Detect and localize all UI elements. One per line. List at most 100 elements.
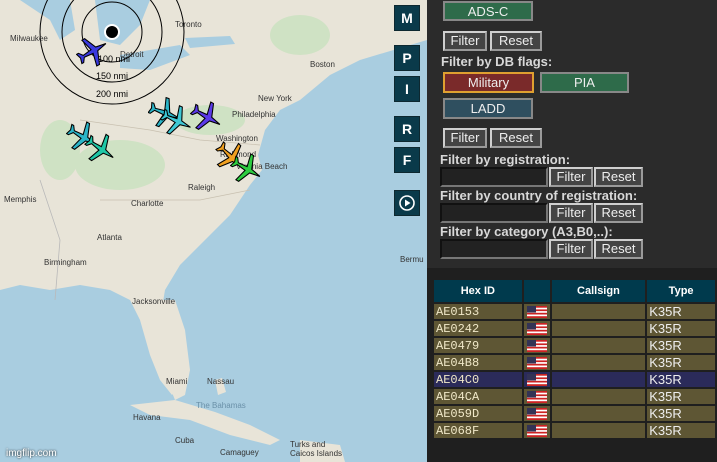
table-row[interactable]: AE059D K35R xyxy=(434,406,715,421)
filter-button[interactable]: Filter xyxy=(443,31,487,51)
type-cell: K35R xyxy=(647,321,715,336)
table-row[interactable]: AE0479 K35R xyxy=(434,338,715,353)
type-cell: K35R xyxy=(647,389,715,404)
country-input[interactable] xyxy=(440,203,548,223)
flags-filter-button[interactable]: Filter xyxy=(443,128,487,148)
category-input[interactable] xyxy=(440,239,548,259)
type-cell: K35R xyxy=(647,355,715,370)
registration-filter-button[interactable]: Filter xyxy=(549,167,593,187)
us-flag-icon xyxy=(526,340,547,353)
flag-cell xyxy=(523,372,550,387)
hex-id-cell: AE04C0 xyxy=(434,372,522,387)
registration-reset-button[interactable]: Reset xyxy=(594,167,643,187)
map-button-m[interactable]: M xyxy=(394,5,420,31)
callsign-cell xyxy=(551,338,646,353)
country-heading: Filter by country of registration: xyxy=(440,188,638,203)
column-header-hex[interactable]: Hex ID xyxy=(434,280,522,302)
registration-input[interactable] xyxy=(440,167,548,187)
type-cell: K35R xyxy=(647,338,715,353)
ladd-flag-button[interactable]: LADD xyxy=(443,98,533,119)
map-button-f[interactable]: F xyxy=(394,147,420,173)
region-label: The Bahamas xyxy=(196,401,246,410)
aircraft-marker[interactable] xyxy=(190,100,224,134)
replay-button[interactable] xyxy=(394,190,420,216)
ring-label-200: 200 nmi xyxy=(96,89,129,99)
hex-id-cell: AE059D xyxy=(434,406,522,421)
table-row[interactable]: AE04CA K35R xyxy=(434,389,715,404)
city-label: Nassau xyxy=(207,377,235,386)
city-label: New York xyxy=(258,94,292,103)
type-cell: K35R xyxy=(647,304,715,319)
column-header-callsign[interactable]: Callsign xyxy=(551,280,646,302)
type-cell: K35R xyxy=(647,423,715,438)
category-reset-button[interactable]: Reset xyxy=(594,239,643,259)
city-label: Atlanta xyxy=(97,233,122,242)
flag-cell xyxy=(523,389,550,404)
region-label: Turks and Caicos Islands xyxy=(290,440,343,458)
table-row[interactable]: AE04B8 K35R xyxy=(434,355,715,370)
map-button-r[interactable]: R xyxy=(394,116,420,142)
callsign-cell xyxy=(551,389,646,404)
callsign-cell xyxy=(551,304,646,319)
us-flag-icon xyxy=(526,357,547,370)
us-flag-icon xyxy=(526,391,547,404)
city-label: Memphis xyxy=(4,195,37,204)
flag-cell xyxy=(523,321,550,336)
flag-cell xyxy=(523,423,550,438)
city-label: Boston xyxy=(310,60,335,69)
watermark: imgflip.com xyxy=(6,448,57,459)
country-reset-button[interactable]: Reset xyxy=(594,203,643,223)
city-label: Charlotte xyxy=(131,199,164,208)
registration-heading: Filter by registration: xyxy=(440,152,571,167)
callsign-cell xyxy=(551,406,646,421)
city-label: Havana xyxy=(133,413,161,422)
military-flag-button[interactable]: Military xyxy=(443,72,534,93)
table-row[interactable]: AE0242 K35R xyxy=(434,321,715,336)
city-label: Philadelphia xyxy=(232,110,276,119)
us-flag-icon xyxy=(526,306,547,319)
aircraft-marker[interactable] xyxy=(230,152,264,186)
city-label: Camaguey xyxy=(220,448,259,457)
aircraft-marker[interactable] xyxy=(76,34,110,68)
us-flag-icon xyxy=(526,425,547,438)
flag-cell xyxy=(523,406,550,421)
callsign-cell xyxy=(551,423,646,438)
country-filter-button[interactable]: Filter xyxy=(549,203,593,223)
city-label: Detroit xyxy=(120,50,144,59)
map-basemap xyxy=(0,0,427,462)
hex-id-cell: AE0153 xyxy=(434,304,522,319)
adsc-flag-button[interactable]: ADS-C xyxy=(443,1,533,21)
city-label: Jacksonville xyxy=(132,297,176,306)
city-label: Cuba xyxy=(175,436,195,445)
category-heading: Filter by category (A3,B0,..): xyxy=(440,224,613,239)
city-label: Raleigh xyxy=(188,183,216,192)
city-label: Toronto xyxy=(175,20,202,29)
aircraft-marker[interactable] xyxy=(84,132,118,166)
hex-id-cell: AE04B8 xyxy=(434,355,522,370)
db-flags-heading: Filter by DB flags: xyxy=(441,54,553,69)
map-button-i[interactable]: I xyxy=(394,76,420,102)
aircraft-marker[interactable] xyxy=(160,104,194,138)
callsign-cell xyxy=(551,372,646,387)
us-flag-icon xyxy=(526,323,547,336)
column-header-flag[interactable] xyxy=(523,280,550,302)
pia-flag-button[interactable]: PIA xyxy=(540,72,629,93)
map-view[interactable]: 100 nmi 150 nmi 200 nmi Milwaukee Detroi… xyxy=(0,0,427,462)
reset-button[interactable]: Reset xyxy=(490,31,542,51)
table-row[interactable]: AE0153 K35R xyxy=(434,304,715,319)
hex-id-cell: AE068F xyxy=(434,423,522,438)
us-flag-icon xyxy=(526,374,547,387)
flag-cell xyxy=(523,338,550,353)
us-flag-icon xyxy=(526,408,547,421)
map-button-p[interactable]: P xyxy=(394,45,420,71)
replay-icon xyxy=(399,195,415,211)
category-filter-button[interactable]: Filter xyxy=(549,239,593,259)
table-row[interactable]: AE04C0 K35R xyxy=(434,372,715,387)
flags-reset-button[interactable]: Reset xyxy=(490,128,542,148)
type-cell: K35R xyxy=(647,372,715,387)
table-row[interactable]: AE068F K35R xyxy=(434,423,715,438)
callsign-cell xyxy=(551,355,646,370)
hex-id-cell: AE0242 xyxy=(434,321,522,336)
column-header-type[interactable]: Type xyxy=(647,280,715,302)
city-label: Birmingham xyxy=(44,258,87,267)
